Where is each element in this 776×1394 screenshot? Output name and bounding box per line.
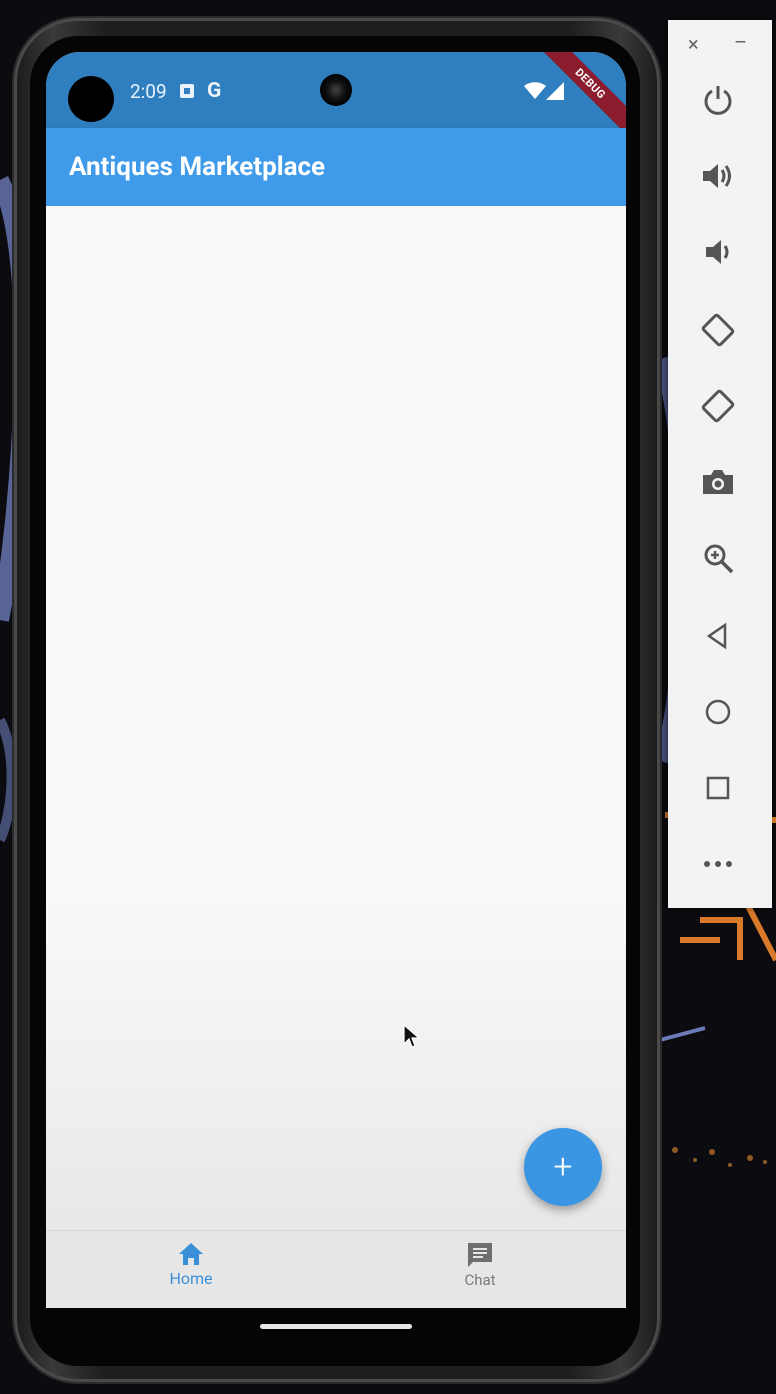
back-icon — [706, 622, 727, 650]
zoom-button[interactable] — [698, 538, 738, 578]
rotate-right-icon — [701, 389, 735, 423]
add-listing-fab-button[interactable]: + — [524, 1128, 602, 1206]
nav-label-home: Home — [169, 1269, 213, 1288]
zoom-icon — [704, 544, 734, 574]
camera-cutout-icon — [68, 76, 114, 122]
desktop-stage: 2:09 G DEBUG Antiques Marketplace + Home… — [0, 0, 776, 1394]
status-bar: 2:09 G DEBUG — [46, 52, 626, 141]
camera-icon — [703, 470, 733, 494]
bottom-navigation-bar: Home Chat — [46, 1230, 626, 1309]
nav-label-chat: Chat — [464, 1271, 496, 1289]
home-icon — [179, 1243, 203, 1265]
rotate-left-icon — [701, 313, 735, 347]
app-bar: Antiques Marketplace — [46, 128, 626, 206]
home-content-area[interactable] — [46, 206, 626, 1232]
power-icon — [704, 86, 732, 115]
notification-square-icon — [180, 84, 194, 98]
minimize-icon[interactable]: – — [734, 30, 747, 54]
volume-up-icon — [703, 164, 731, 188]
rotate-left-button[interactable] — [698, 310, 738, 350]
gesture-handle[interactable] — [260, 1324, 412, 1329]
volume-up-button[interactable] — [698, 156, 738, 196]
power-button[interactable] — [698, 80, 738, 120]
overview-button[interactable] — [698, 768, 738, 808]
more-icon — [704, 861, 732, 867]
chat-icon — [468, 1243, 492, 1267]
volume-down-icon — [706, 240, 729, 264]
screenshot-button[interactable] — [698, 462, 738, 502]
emulator-window-controls: × – — [668, 20, 772, 68]
volume-down-button[interactable] — [698, 232, 738, 272]
back-button[interactable] — [698, 616, 738, 656]
add-icon: + — [553, 1147, 573, 1187]
emulator-toolbar: × – — [668, 20, 772, 908]
home-circle-icon — [705, 699, 731, 725]
close-icon[interactable]: × — [688, 32, 699, 56]
mouse-cursor-icon — [403, 1024, 421, 1048]
front-camera-icon — [320, 74, 352, 106]
home-button[interactable] — [698, 692, 738, 732]
nav-item-chat[interactable]: Chat — [420, 1241, 540, 1289]
status-time: 2:09 — [130, 80, 167, 103]
system-gesture-bar — [46, 1308, 626, 1342]
rotate-right-button[interactable] — [698, 386, 738, 426]
device-screen: 2:09 G DEBUG Antiques Marketplace + Home… — [46, 52, 626, 1342]
app-bar-title: Antiques Marketplace — [69, 152, 326, 182]
google-g-icon: G — [207, 79, 222, 103]
overview-icon — [706, 776, 730, 800]
wifi-icon — [524, 82, 546, 99]
nav-item-home[interactable]: Home — [131, 1241, 251, 1288]
more-button[interactable] — [698, 844, 738, 884]
cell-signal-icon — [546, 82, 564, 100]
